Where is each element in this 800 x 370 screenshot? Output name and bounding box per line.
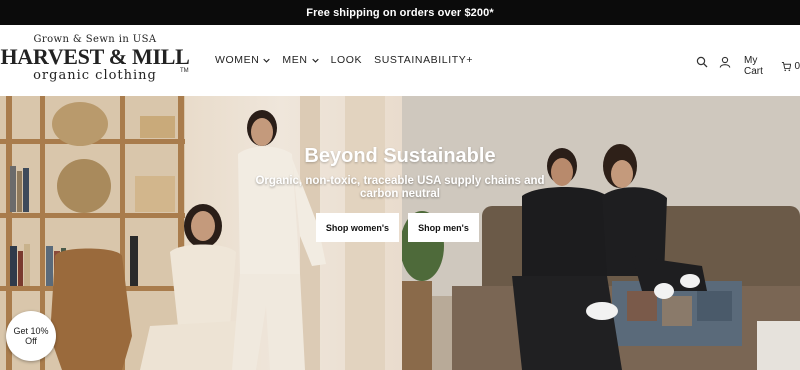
search-icon[interactable] [694, 54, 710, 70]
logo-name: HARVEST & MILL [0, 44, 190, 69]
nav-item-women[interactable]: WOMEN [215, 54, 271, 66]
hero-banner: Beyond Sustainable Organic, non-toxic, t… [0, 96, 800, 370]
user-icon[interactable] [717, 54, 733, 70]
shop-women-button[interactable]: Shop women's [316, 213, 399, 242]
shop-men-button[interactable]: Shop men's [408, 213, 479, 242]
main-nav: WOMEN MEN LOOK SUSTAINABILITY+ [215, 54, 473, 66]
badge-line-1: Get 10% [13, 326, 49, 336]
cart-count: 0 [794, 60, 800, 72]
hero-subtitle: Organic, non-toxic, traceable USA supply… [255, 175, 545, 200]
logo[interactable]: Grown & Sewn in USA HARVEST & MILL organ… [0, 34, 190, 83]
logo-subline: organic clothing [33, 68, 157, 83]
nav-item-look[interactable]: LOOK [331, 54, 363, 66]
chevron-down-icon [311, 58, 319, 63]
nav-item-label: LOOK [330, 54, 363, 66]
announcement-text: Free shipping on orders over $200* [306, 6, 494, 19]
get-discount-badge[interactable]: Get 10% Off [6, 311, 56, 361]
nav-item-men[interactable]: MEN [282, 54, 319, 66]
nav-item-sustainability[interactable]: SUSTAINABILITY+ [374, 54, 473, 66]
nav-item-label: MEN [282, 54, 308, 66]
announcement-bar: Free shipping on orders over $200* [0, 0, 800, 25]
badge-line-2: Off [25, 336, 37, 346]
logo-trademark: TM [180, 68, 189, 74]
chevron-down-icon [263, 58, 271, 63]
site-header: Grown & Sewn in USA HARVEST & MILL organ… [0, 25, 800, 96]
hero-title: Beyond Sustainable [304, 145, 496, 167]
cart-label: My Cart [744, 55, 763, 77]
cart-icon [781, 61, 792, 71]
cart-button[interactable]: My Cart 0 [744, 55, 800, 77]
nav-item-label: SUSTAINABILITY+ [374, 54, 474, 66]
nav-item-label: WOMEN [215, 54, 260, 66]
